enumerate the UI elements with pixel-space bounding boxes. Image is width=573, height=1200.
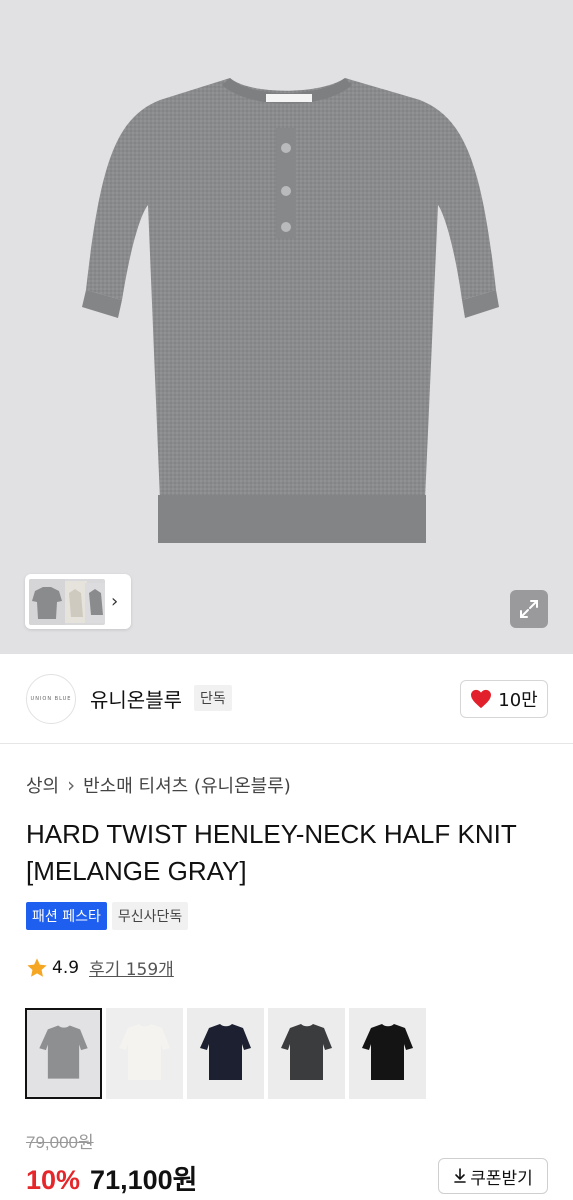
brand-logo[interactable]: UNION BLUE: [26, 674, 76, 724]
color-option-black[interactable]: [349, 1008, 426, 1099]
expand-icon: [520, 600, 538, 618]
color-option-charcoal[interactable]: [268, 1008, 345, 1099]
rating-value: 4.9: [52, 957, 80, 978]
brand-exclusive-tag: 단독: [194, 685, 232, 711]
expand-button[interactable]: [510, 590, 548, 628]
original-price: 79,000원: [26, 1133, 94, 1152]
gallery-thumbnails[interactable]: ›: [25, 574, 131, 629]
brand-logo-text: UNION BLUE: [30, 696, 72, 702]
color-option-melange-gray[interactable]: [25, 1008, 102, 1099]
product-title: HARD TWIST HENLEY-NECK HALF KNIT [MELANG…: [26, 816, 556, 890]
star-icon: [27, 957, 47, 977]
reviews-link[interactable]: 후기 159개: [89, 955, 174, 980]
knit-shirt-image: [82, 78, 499, 543]
breadcrumb-item-category[interactable]: 상의: [26, 772, 59, 798]
like-count: 10만: [498, 690, 538, 711]
product-title-line1: HARD TWIST HENLEY-NECK HALF KNIT: [26, 819, 517, 849]
heart-icon: [471, 689, 492, 709]
chevron-right-icon: ›: [67, 773, 76, 797]
breadcrumb-item-subcategory[interactable]: 반소매 티셔츠 (유니온블루): [83, 772, 291, 798]
sale-price: 71,100원: [90, 1165, 198, 1195]
like-button[interactable]: 10만: [460, 680, 548, 718]
fashion-festa-badge: 패션 페스타: [26, 902, 107, 930]
breadcrumb: 상의 › 반소매 티셔츠 (유니온블루): [26, 772, 291, 798]
beige-shirt-icon: [69, 588, 83, 617]
musinsa-exclusive-badge: 무신사단독: [111, 902, 189, 930]
brand-name[interactable]: 유니온블루: [90, 684, 182, 713]
thumbnail-stack[interactable]: [29, 578, 105, 625]
rating-row: 4.9 후기 159개: [26, 955, 174, 980]
brand-row: UNION BLUE 유니온블루 단독 10만: [0, 654, 573, 744]
product-image[interactable]: ›: [0, 0, 573, 654]
price-row: 10% 71,100원: [26, 1158, 197, 1197]
discount-rate: 10%: [26, 1165, 81, 1195]
color-option-navy[interactable]: [187, 1008, 264, 1099]
product-badges: 패션 페스타 무신사단독: [26, 902, 189, 930]
coupon-button[interactable]: 쿠폰받기: [438, 1158, 548, 1194]
product-title-line2: [MELANGE GRAY]: [26, 856, 247, 886]
download-icon: [454, 1168, 467, 1183]
color-options: [25, 1008, 426, 1099]
chevron-right-icon[interactable]: ›: [111, 591, 118, 612]
coupon-label: 쿠폰받기: [470, 1168, 533, 1189]
color-option-ivory[interactable]: [106, 1008, 183, 1099]
